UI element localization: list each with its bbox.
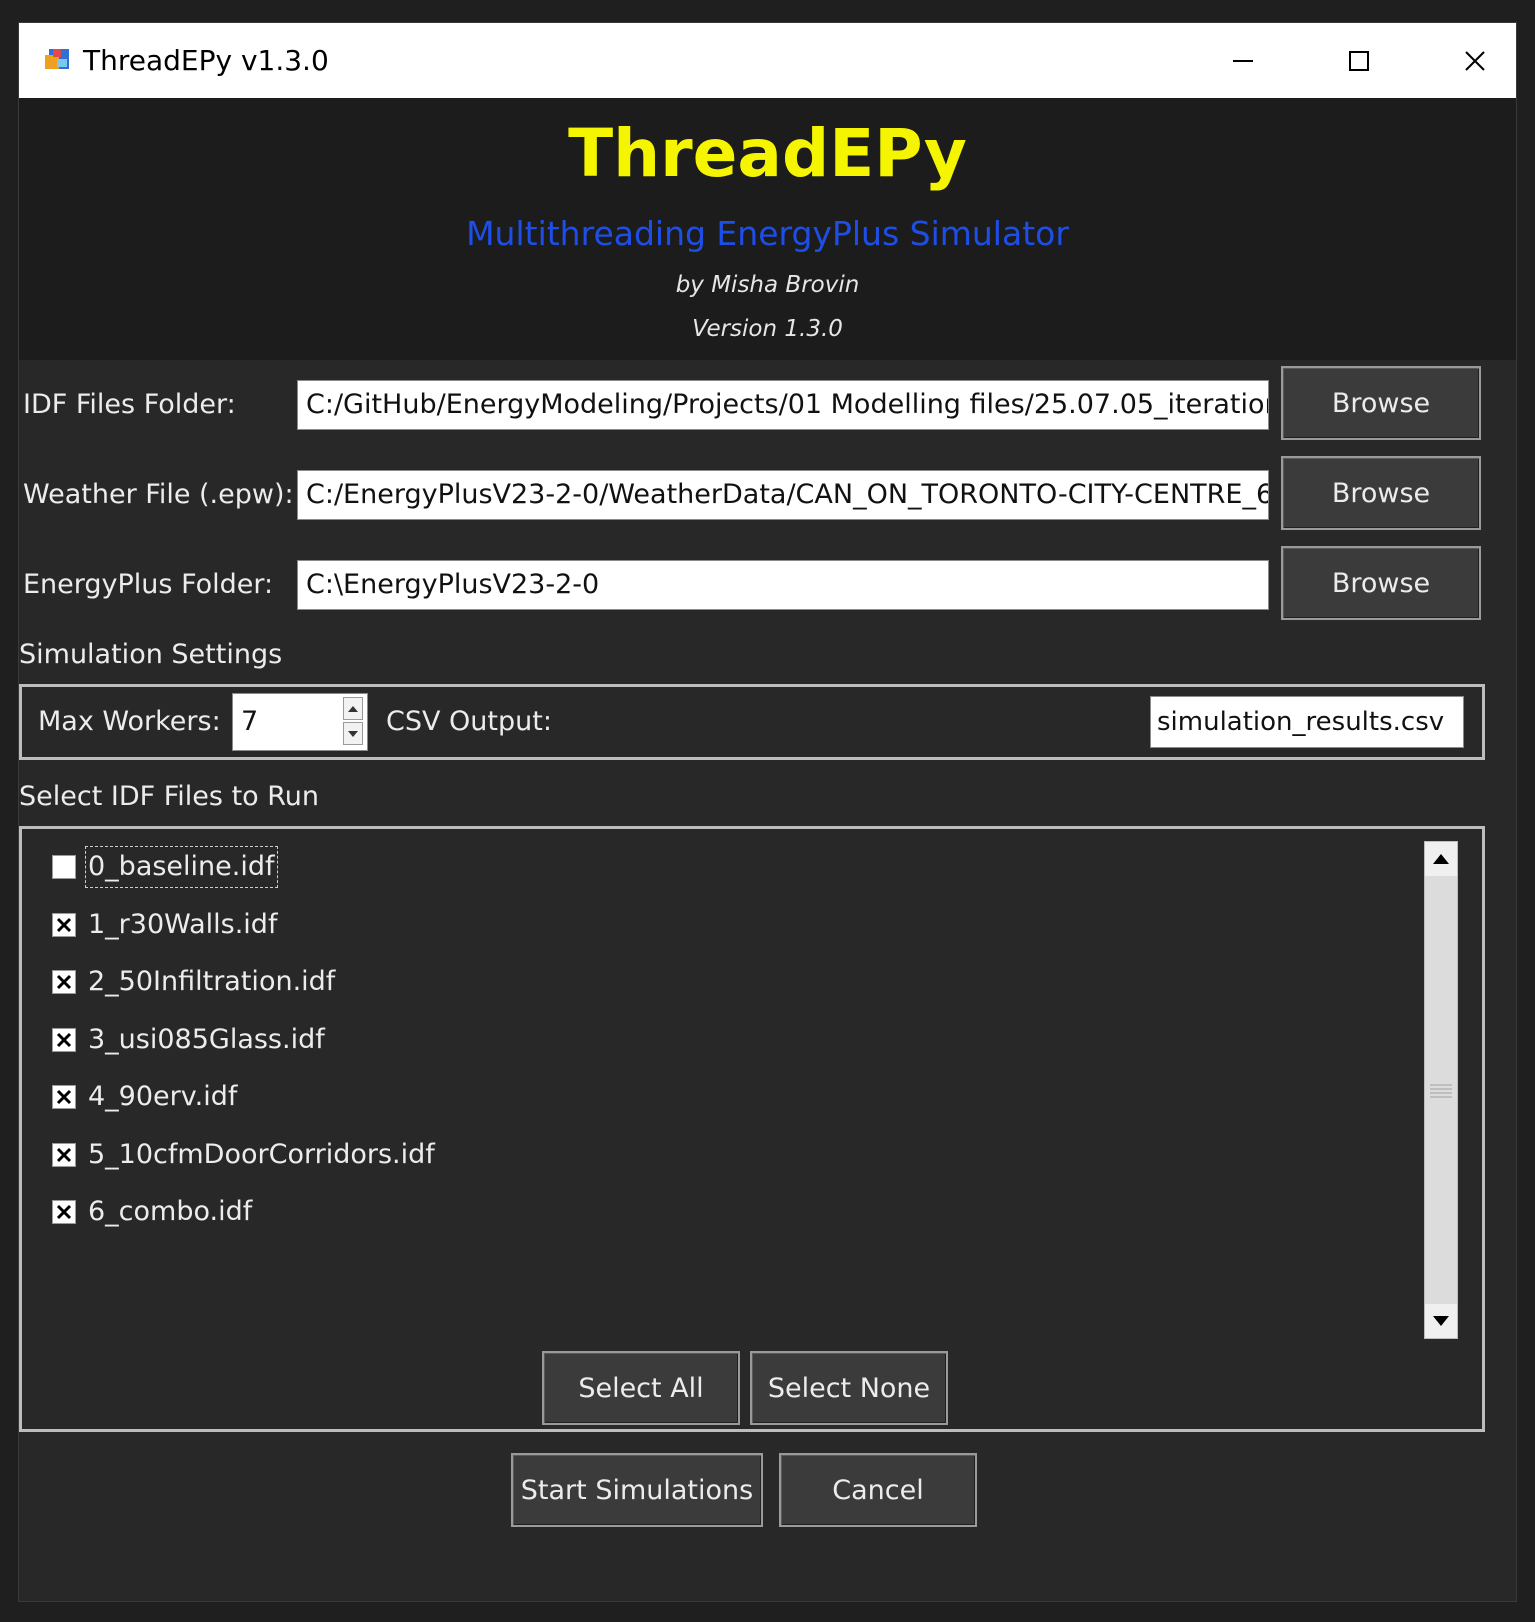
app-version: Version 1.3.0 <box>692 316 843 342</box>
checkbox-checked[interactable] <box>52 970 76 994</box>
idf-folder-input[interactable]: C:/GitHub/EnergyModeling/Projects/01 Mod… <box>297 380 1269 430</box>
app-subtitle: Multithreading EnergyPlus Simulator <box>466 214 1069 253</box>
checkbox-checked[interactable] <box>52 1200 76 1224</box>
cancel-button[interactable]: Cancel <box>779 1453 977 1527</box>
file-list-scrollbar[interactable] <box>1424 841 1458 1339</box>
energyplus-browse-button[interactable]: Browse <box>1281 546 1481 620</box>
checkbox-x-icon <box>56 1089 72 1105</box>
minimize-icon <box>1233 59 1253 62</box>
idf-files-group: 0_baseline.idf 1_r30Walls.idf 2_50Infiltra… <box>19 826 1485 1432</box>
select-all-button[interactable]: Select All <box>542 1351 740 1425</box>
spin-up-button[interactable] <box>343 697 363 720</box>
idf-browse-button[interactable]: Browse <box>1281 366 1481 440</box>
checkbox-checked[interactable] <box>52 1027 76 1052</box>
file-name-label: 1_r30Walls.idf <box>88 908 278 940</box>
scroll-down-arrow-icon <box>1433 1316 1449 1326</box>
select-idf-files-heading: Select IDF Files to Run <box>19 781 320 812</box>
scroll-up-arrow-icon <box>1433 854 1449 864</box>
checkbox-checked[interactable] <box>52 1142 76 1167</box>
spin-down-button[interactable] <box>343 722 363 745</box>
csv-output-label: CSV Output: <box>386 706 552 737</box>
spin-up-arrow-icon <box>348 705 358 712</box>
checkbox-x-icon <box>56 1147 72 1162</box>
idf-folder-label: IDF Files Folder: <box>23 389 236 420</box>
start-simulations-button[interactable]: Start Simulations <box>511 1453 763 1527</box>
file-list-item[interactable]: 5_10cfmDoorCorridors.idf <box>52 1133 437 1177</box>
csv-output-input[interactable]: simulation_results.csv <box>1150 696 1464 748</box>
simulation-settings-heading: Simulation Settings <box>19 639 283 670</box>
energyplus-folder-label: EnergyPlus Folder: <box>23 569 274 600</box>
checkbox-x-icon <box>56 974 72 990</box>
file-name-label: 0_baseline.idf <box>85 846 278 888</box>
file-list-item[interactable]: 3_usi085Glass.idf <box>52 1018 327 1062</box>
checkbox-x-icon <box>56 917 72 932</box>
maximize-button[interactable] <box>1301 23 1417 98</box>
max-workers-value: 7 <box>241 706 259 737</box>
file-list-item[interactable]: 1_r30Walls.idf <box>52 903 279 947</box>
weather-file-input[interactable]: C:/EnergyPlusV23-2-0/WeatherData/CAN_ON_… <box>297 470 1269 520</box>
header-banner: ThreadEPy Multithreading EnergyPlus Simu… <box>19 98 1516 360</box>
app-author: by Misha Brovin <box>675 272 860 298</box>
file-list-item[interactable]: 6_combo.idf <box>52 1190 254 1234</box>
weather-browse-button[interactable]: Browse <box>1281 456 1481 530</box>
close-button[interactable] <box>1417 23 1533 98</box>
file-list-item[interactable]: 2_50Infiltration.idf <box>52 960 337 1004</box>
file-name-label: 3_usi085Glass.idf <box>88 1023 325 1055</box>
checkbox-checked[interactable] <box>52 1085 76 1109</box>
file-name-label: 4_90erv.idf <box>88 1081 238 1112</box>
checkbox-checked[interactable] <box>52 912 76 937</box>
app-window: ThreadEPy v1.3.0 ThreadEPy Multithreadin… <box>18 22 1517 1602</box>
checkbox-x-icon <box>56 1204 72 1220</box>
file-name-label: 2_50Infiltration.idf <box>88 966 336 997</box>
simulation-settings-group: Max Workers: 7 CSV Output: simulation_re… <box>19 684 1485 760</box>
minimize-button[interactable] <box>1185 23 1301 98</box>
max-workers-label: Max Workers: <box>38 706 221 737</box>
scroll-up-button[interactable] <box>1425 842 1457 876</box>
weather-file-label: Weather File (.epw): <box>23 479 294 510</box>
app-title: ThreadEPy <box>568 115 967 192</box>
checkbox-x-icon <box>56 1032 72 1047</box>
close-icon <box>1465 50 1485 71</box>
app-icon <box>45 49 69 69</box>
file-list-item[interactable]: 4_90erv.idf <box>52 1075 239 1119</box>
grip-lines-icon <box>1430 1084 1452 1098</box>
checkbox-unchecked[interactable] <box>52 855 76 879</box>
title-bar[interactable]: ThreadEPy v1.3.0 <box>19 23 1516 98</box>
maximize-icon <box>1349 50 1369 71</box>
max-workers-spinbox[interactable]: 7 <box>232 693 368 751</box>
energyplus-folder-input[interactable]: C:\EnergyPlusV23-2-0 <box>297 560 1269 610</box>
select-none-button[interactable]: Select None <box>750 1351 948 1425</box>
window-title: ThreadEPy v1.3.0 <box>83 44 329 77</box>
scroll-thumb-grip[interactable] <box>1430 1082 1452 1102</box>
file-name-label: 6_combo.idf <box>88 1196 253 1227</box>
spin-down-arrow-icon <box>348 730 358 737</box>
file-name-label: 5_10cfmDoorCorridors.idf <box>88 1138 435 1170</box>
file-list-item[interactable]: 0_baseline.idf <box>52 845 278 889</box>
scroll-down-button[interactable] <box>1425 1304 1457 1338</box>
